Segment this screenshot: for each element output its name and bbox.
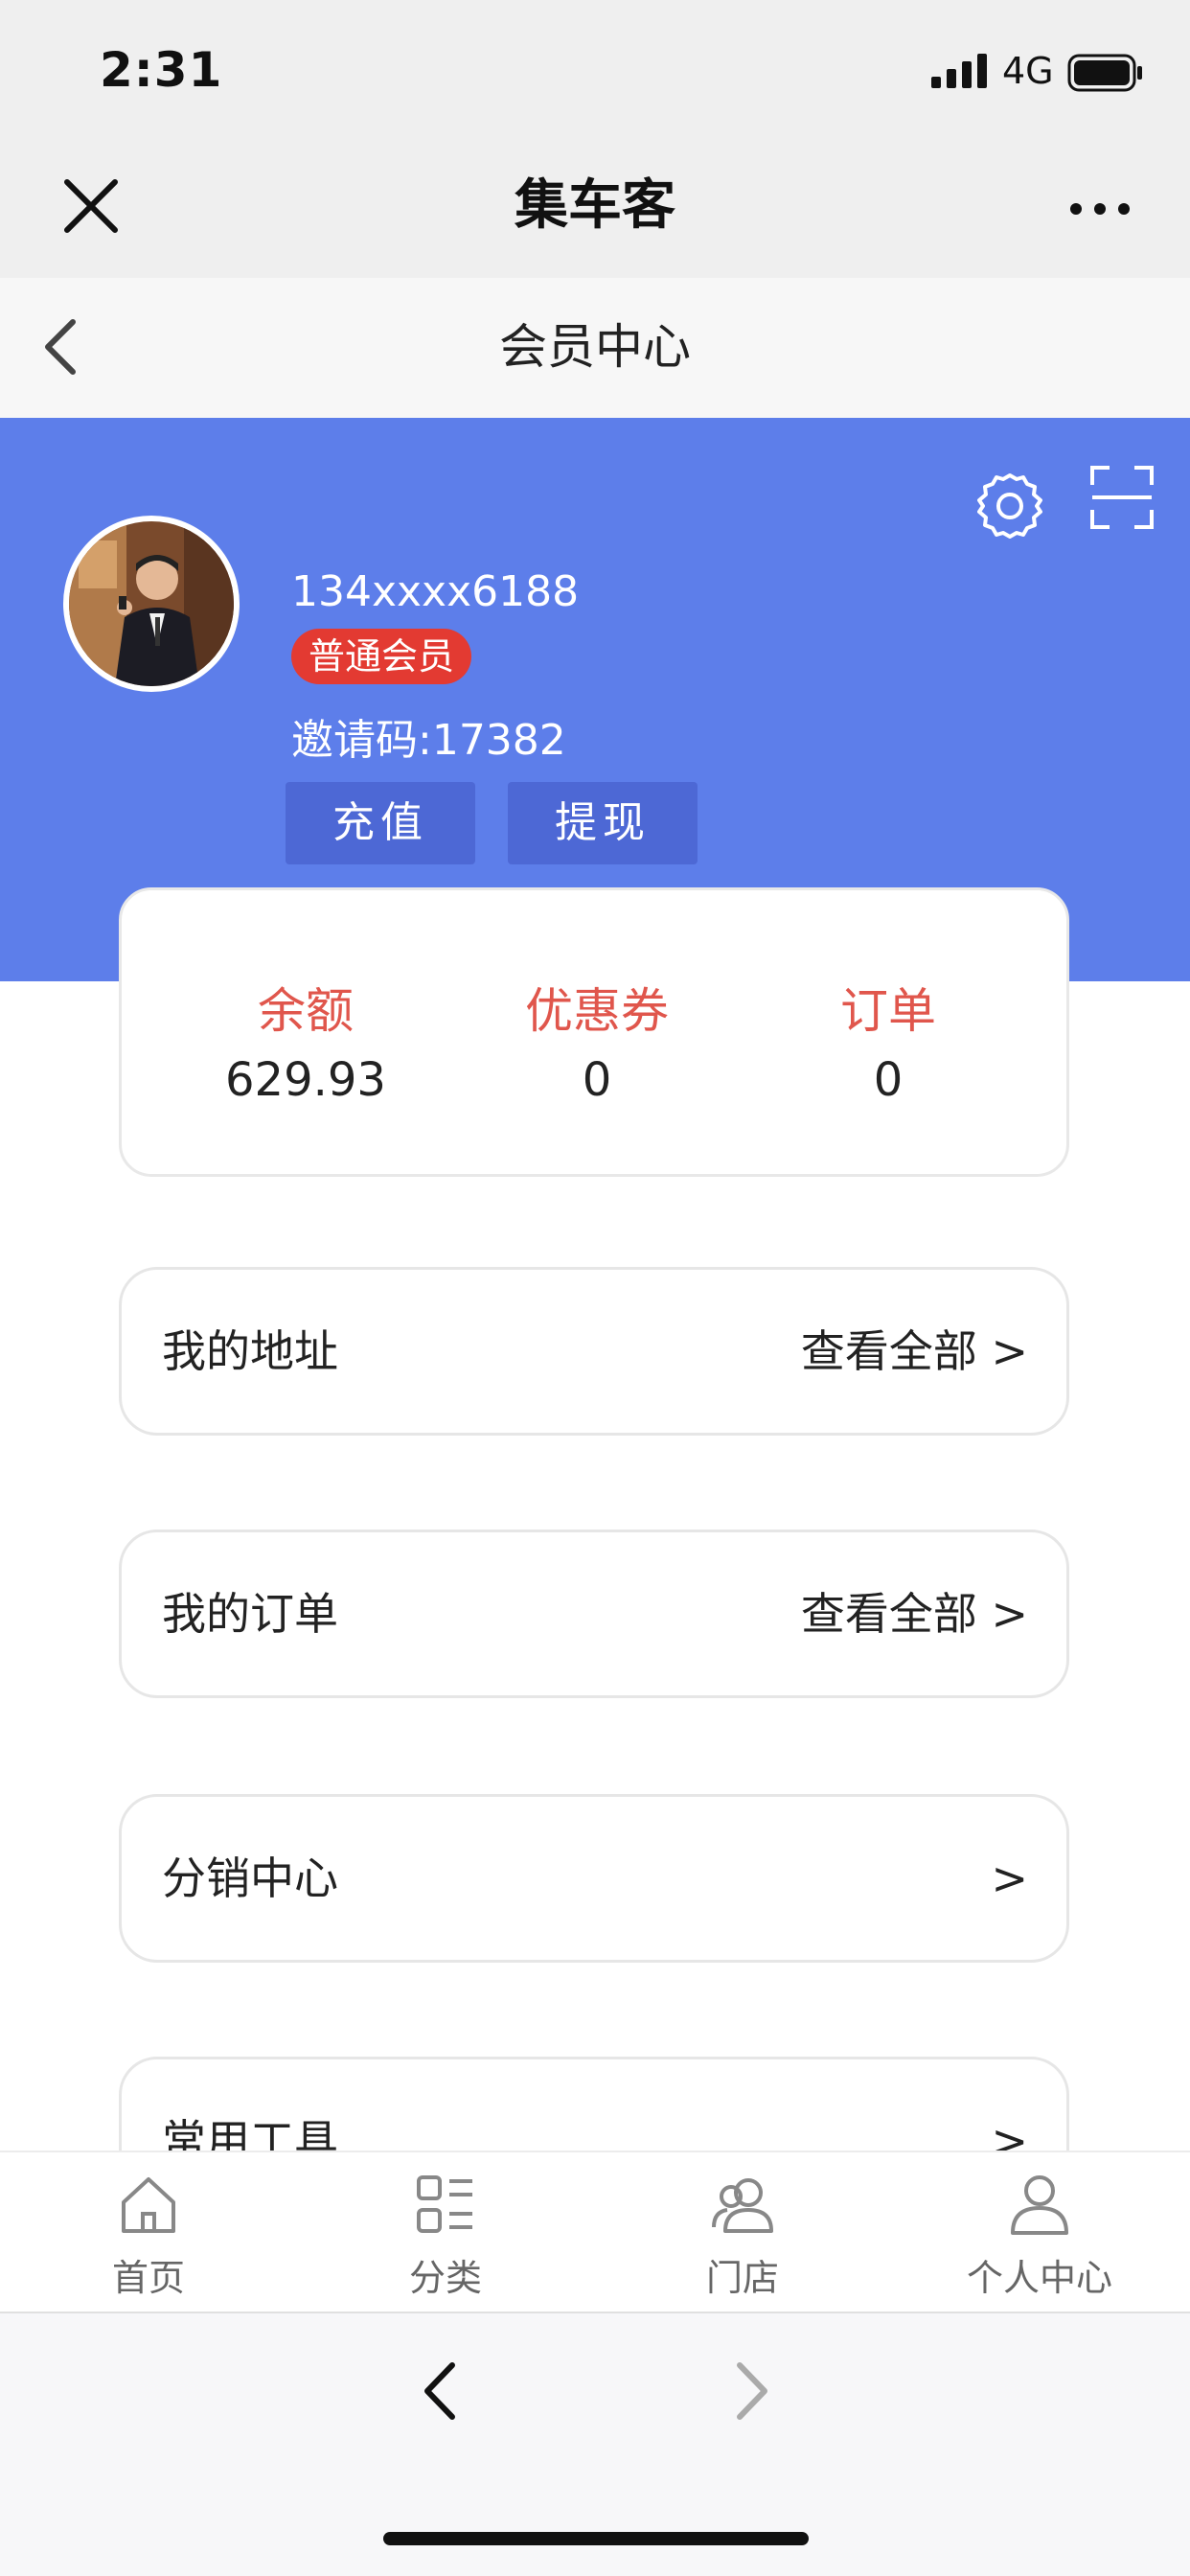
avatar-photo bbox=[69, 521, 234, 686]
tab-store[interactable]: 门店 bbox=[647, 2172, 838, 2301]
phone-number: 134xxxx6188 bbox=[291, 567, 580, 616]
signal-icon bbox=[931, 54, 987, 88]
gear-icon[interactable] bbox=[973, 470, 1046, 542]
app-title: 集车客 bbox=[515, 174, 675, 237]
tab-label: 分类 bbox=[408, 2257, 482, 2299]
tab-bar: 首页 分类 门店 个人中心 bbox=[0, 2150, 1190, 2312]
avatar[interactable] bbox=[63, 516, 240, 692]
view-all-link[interactable]: 查看全部 > bbox=[801, 1532, 1028, 1695]
menu-item-label: 我的订单 bbox=[162, 1588, 338, 1640]
category-icon bbox=[417, 2175, 472, 2233]
stat-balance[interactable]: 余额 629.93 bbox=[162, 973, 449, 1107]
menu-item-address[interactable]: 我的地址 查看全部 > bbox=[119, 1267, 1069, 1436]
member-level-badge: 普通会员 bbox=[291, 629, 472, 684]
network-type: 4G bbox=[1002, 50, 1054, 92]
stat-label: 优惠券 bbox=[525, 983, 669, 1039]
tab-label: 首页 bbox=[111, 2257, 185, 2299]
withdraw-button[interactable]: 提现 bbox=[508, 782, 698, 864]
tab-label: 门店 bbox=[705, 2257, 779, 2299]
tab-home[interactable]: 首页 bbox=[53, 2172, 244, 2301]
battery-icon bbox=[1067, 54, 1142, 92]
stat-coupons[interactable]: 优惠券 0 bbox=[453, 973, 741, 1107]
menu-item-distribution[interactable]: 分销中心 > bbox=[119, 1794, 1069, 1963]
stat-value: 629.93 bbox=[225, 1053, 386, 1107]
home-indicator bbox=[383, 2532, 809, 2545]
stat-value: 0 bbox=[582, 1053, 612, 1107]
profile-icon bbox=[1011, 2175, 1068, 2235]
tab-category[interactable]: 分类 bbox=[350, 2172, 541, 2301]
forward-arrow-icon[interactable] bbox=[726, 2359, 774, 2423]
more-icon[interactable] bbox=[1069, 201, 1131, 217]
scan-icon[interactable] bbox=[1088, 464, 1156, 531]
store-icon bbox=[712, 2178, 773, 2233]
home-icon bbox=[122, 2177, 175, 2233]
stat-label: 余额 bbox=[258, 983, 354, 1039]
close-icon[interactable] bbox=[57, 172, 125, 240]
menu-item-label: 分销中心 bbox=[162, 1852, 338, 1904]
back-arrow-icon[interactable] bbox=[418, 2359, 466, 2423]
invite-code: 邀请码:17382 bbox=[291, 716, 566, 765]
recharge-button[interactable]: 充值 bbox=[286, 782, 475, 864]
stat-orders[interactable]: 订单 0 bbox=[744, 973, 1032, 1107]
stats-card: 余额 629.93 优惠券 0 订单 0 bbox=[119, 887, 1069, 1177]
tab-label: 个人中心 bbox=[966, 2257, 1112, 2299]
status-time: 2:31 bbox=[100, 42, 223, 98]
chevron-right[interactable]: > bbox=[991, 1797, 1028, 1960]
tab-profile[interactable]: 个人中心 bbox=[944, 2172, 1135, 2301]
stat-value: 0 bbox=[873, 1053, 904, 1107]
menu-item-label: 我的地址 bbox=[162, 1325, 338, 1377]
view-all-link[interactable]: 查看全部 > bbox=[801, 1270, 1028, 1433]
menu-item-orders[interactable]: 我的订单 查看全部 > bbox=[119, 1530, 1069, 1698]
stat-label: 订单 bbox=[840, 983, 936, 1039]
page-title: 会员中心 bbox=[499, 319, 691, 375]
